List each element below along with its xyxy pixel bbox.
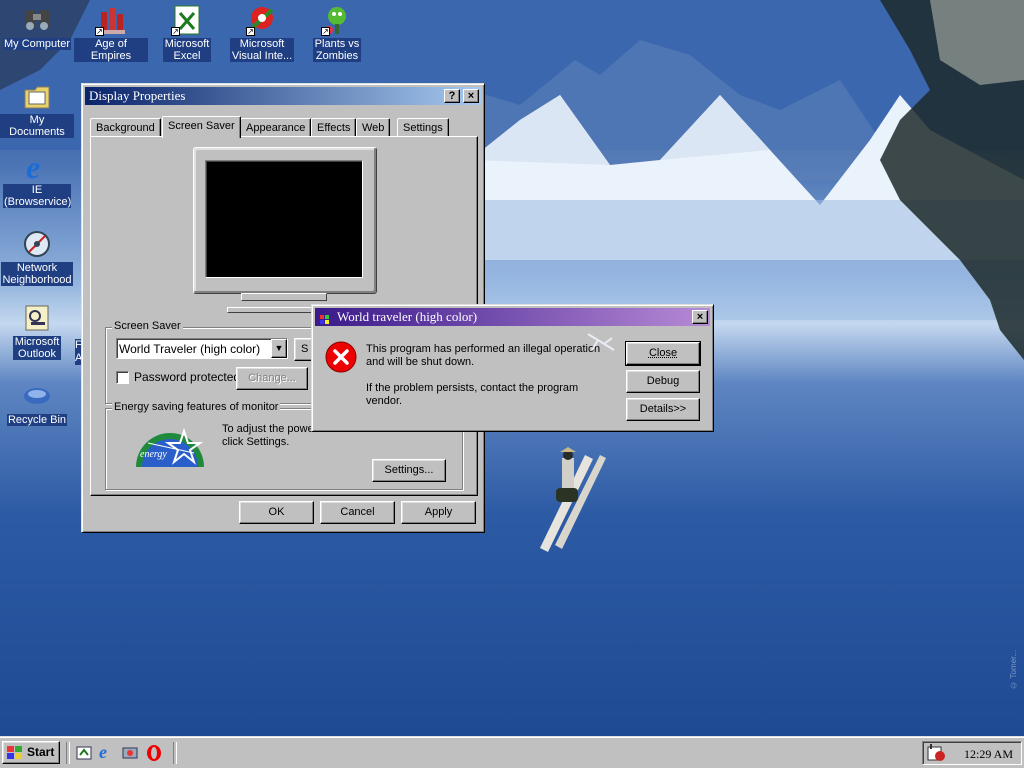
start-button[interactable]: Start — [2, 741, 60, 764]
raft-figure — [540, 447, 606, 552]
tab-appearance[interactable]: Appearance — [240, 118, 312, 137]
ok-button[interactable]: OK — [239, 501, 314, 524]
error-dialog-title: World traveler (high color) — [337, 309, 478, 324]
desktop-icon-label: Age of Empires — [74, 38, 148, 62]
apply-button[interactable]: Apply — [401, 501, 476, 524]
desktop-icon-my-computer[interactable]: My Computer — [0, 4, 74, 50]
password-checkbox[interactable] — [116, 371, 129, 384]
desktop-icon-outlook[interactable]: Microsoft Outlook — [0, 302, 74, 360]
show-desktop-icon[interactable] — [76, 745, 92, 761]
plants-vs-zombies-icon: ↗ — [321, 4, 353, 36]
clock[interactable]: 12:29 AM — [964, 747, 1013, 762]
desktop-icon-age-of-empires[interactable]: ↗ Age of Empires — [74, 4, 148, 62]
debug-button[interactable]: Debug — [626, 370, 700, 393]
desktop-icon-excel[interactable]: ↗ Microsoft Excel — [150, 4, 224, 62]
group-label: Screen Saver — [112, 320, 183, 332]
windows-logo-icon — [7, 746, 23, 760]
energy-settings-button[interactable]: Settings... — [372, 459, 446, 482]
help-button[interactable]: ? — [444, 89, 460, 103]
close-button[interactable]: × — [463, 89, 479, 103]
scheduler-icon[interactable] — [927, 744, 945, 762]
age-of-empires-icon: ↗ — [95, 4, 127, 36]
quick-launch-separator — [66, 742, 70, 764]
internet-explorer-icon[interactable]: e — [98, 742, 114, 762]
visual-interdev-icon: ↗ — [246, 4, 278, 36]
taskbar: Start e 12:29 AM — [0, 736, 1024, 768]
airplane-icon — [586, 330, 616, 354]
energy-star-logo: energy — [134, 423, 206, 467]
shortcut-arrow-icon: ↗ — [321, 27, 330, 36]
error-message-line3: If the problem persists, contact the pro… — [366, 382, 579, 394]
screensaver-select[interactable]: World Traveler (high color) ▼ — [116, 338, 288, 359]
desktop-icon-label: Plants vs Zombies — [313, 38, 361, 62]
desktop-icon-label: IE (Browservice) — [3, 184, 72, 208]
shortcut-arrow-icon: ↗ — [171, 27, 180, 36]
desktop-icon-label: My Computer — [2, 38, 72, 50]
desktop-icon-plants-vs-zombies[interactable]: ↗ Plants vs Zombies — [300, 4, 374, 62]
my-computer-icon — [21, 4, 53, 36]
tab-web[interactable]: Web — [356, 118, 391, 137]
group-label: Energy saving features of monitor — [112, 401, 281, 413]
details-button[interactable]: Details>> — [626, 398, 700, 421]
svg-text:energy: energy — [140, 449, 167, 460]
tab-effects[interactable]: Effects — [311, 118, 357, 137]
monitor-screen — [205, 160, 363, 278]
app-icon — [320, 312, 330, 324]
desktop-icon-my-documents[interactable]: My Documents — [0, 80, 74, 138]
screensaver-select-value: World Traveler (high color) — [119, 342, 261, 356]
desktop-icon-label: Recycle Bin — [6, 414, 68, 426]
wallpaper-copyright: © Tomer... — [1009, 650, 1018, 690]
password-label: Password protected — [134, 370, 241, 384]
recycle-bin-icon — [21, 380, 53, 412]
error-icon — [325, 341, 357, 373]
svg-text:e: e — [99, 743, 107, 761]
desktop-icon-label: Microsoft Visual Inte... — [230, 38, 294, 62]
close-dialog-button[interactable]: Close — [625, 341, 701, 366]
error-close-button[interactable]: × — [692, 310, 708, 324]
title-bar[interactable]: Display Properties ? × — [85, 87, 481, 105]
quick-launch: e — [74, 742, 166, 763]
opera-icon[interactable] — [146, 744, 162, 762]
shortcut-arrow-icon: ↗ — [95, 27, 104, 36]
system-tray: 12:29 AM — [922, 741, 1022, 765]
change-password-button[interactable]: Change... — [236, 367, 308, 390]
tab-strip: Background Screen Saver Appearance Effec… — [90, 116, 480, 138]
monitor-preview — [193, 147, 377, 294]
energy-text-line2: click Settings. — [222, 436, 290, 448]
desktop-icon-network-neighborhood[interactable]: Network Neighborhood — [0, 228, 74, 286]
desktop-icon-visual-interdev[interactable]: ↗ Microsoft Visual Inte... — [225, 4, 299, 62]
error-dialog: World traveler (high color) × This progr… — [311, 304, 714, 432]
outlook-icon — [21, 302, 53, 334]
svg-text:e: e — [26, 150, 40, 182]
dropdown-arrow-icon[interactable]: ▼ — [271, 339, 287, 358]
energy-text-line1: To adjust the powe — [222, 423, 314, 435]
desktop-icon-label: Microsoft Excel — [163, 38, 211, 62]
excel-icon: ↗ — [171, 4, 203, 36]
desktop-icon-label: Network Neighborhood — [1, 262, 73, 286]
desktop-icon-ie[interactable]: e IE (Browservice) — [0, 149, 74, 208]
window-title: Display Properties — [89, 88, 186, 103]
cancel-button[interactable]: Cancel — [320, 501, 395, 524]
error-message-line2: and will be shut down. — [366, 356, 475, 368]
taskbar-separator — [173, 742, 177, 764]
shortcut-arrow-icon: ↗ — [246, 27, 255, 36]
my-documents-icon — [21, 80, 53, 112]
desktop-icon-recycle-bin[interactable]: Recycle Bin — [0, 380, 74, 426]
network-neighborhood-icon — [21, 228, 53, 260]
desktop-icon-label: My Documents — [0, 114, 74, 138]
error-message-line1: This program has performed an illegal op… — [366, 343, 601, 355]
error-message-line4: vendor. — [366, 395, 403, 407]
desktop-icon-label: Microsoft Outlook — [13, 336, 61, 360]
internet-explorer-icon: e — [21, 149, 53, 185]
tab-screen-saver[interactable]: Screen Saver — [162, 116, 241, 138]
start-label: Start — [27, 745, 55, 759]
error-title-bar[interactable]: World traveler (high color) × — [315, 308, 710, 326]
tab-background[interactable]: Background — [90, 118, 161, 137]
tab-settings[interactable]: Settings — [397, 118, 449, 137]
channels-icon[interactable] — [122, 745, 138, 761]
monitor-stand — [241, 293, 327, 301]
